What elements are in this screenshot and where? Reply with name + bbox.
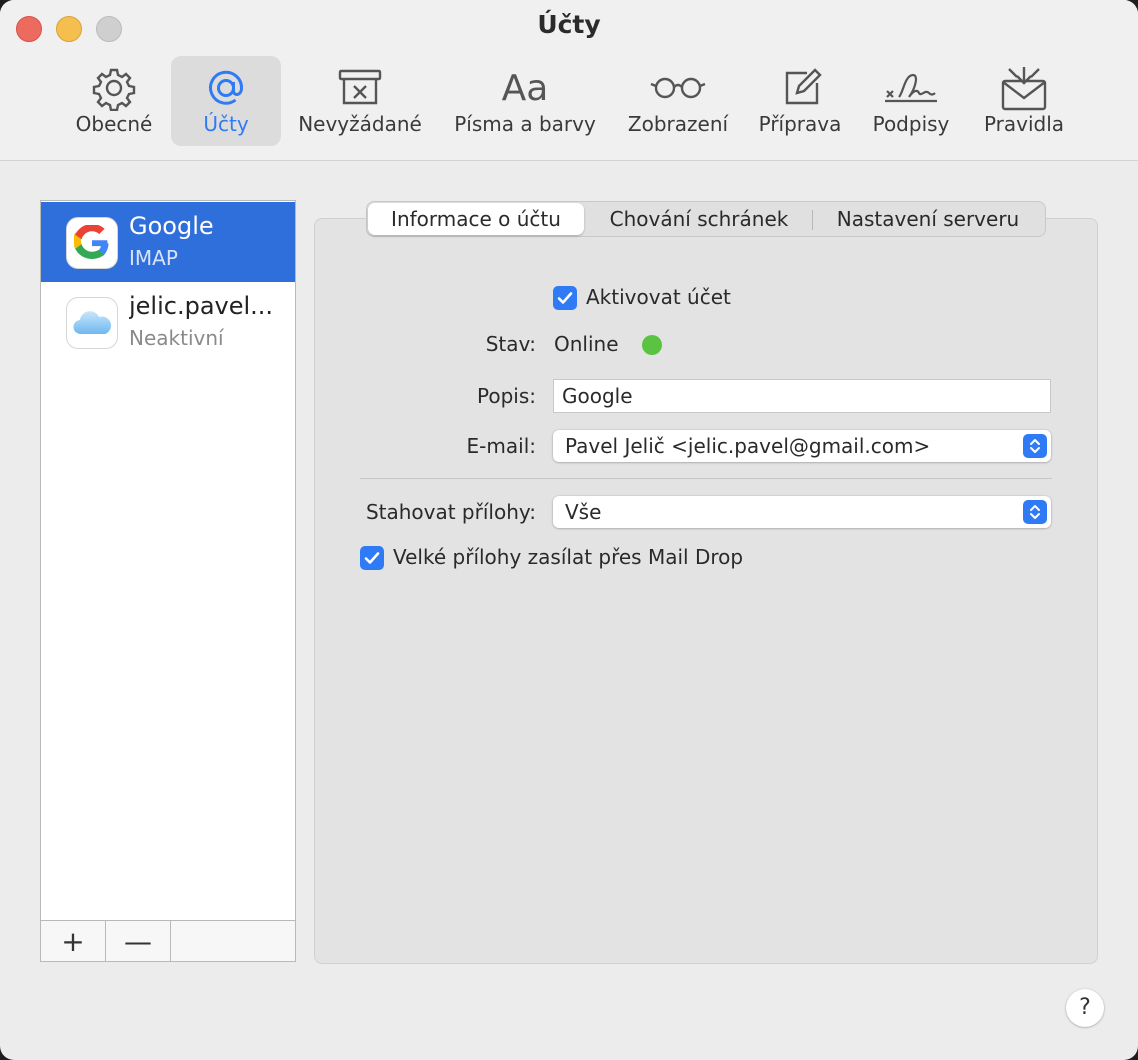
enable-account-checkbox[interactable] — [553, 286, 577, 310]
tab-divider — [812, 210, 813, 230]
gear-icon — [84, 64, 144, 112]
description-input[interactable]: Google — [553, 379, 1051, 413]
toolbar-signatures[interactable]: Podpisy — [864, 56, 958, 146]
tab-mailbox-behaviors[interactable]: Chování schránek — [589, 202, 809, 236]
account-status: Neaktivní — [129, 326, 224, 350]
download-attachments-popup-button[interactable]: Vše — [553, 496, 1051, 528]
download-attachments-label: Stahovat přílohy: — [365, 500, 536, 524]
toolbar-accounts[interactable]: Účty — [171, 56, 281, 146]
checkmark-icon — [557, 292, 573, 304]
enable-account-label: Aktivovat účet — [586, 285, 731, 309]
toolbar-viewing[interactable]: Zobrazení — [622, 56, 734, 146]
settings-tabs: Informace o účtu Chování schránek Nastav… — [366, 201, 1046, 237]
email-label: E-mail: — [466, 434, 536, 458]
accounts-list: Google IMAP jelic.pavel... Neaktivní + — — [40, 200, 296, 962]
help-button[interactable]: ? — [1066, 989, 1104, 1027]
signature-icon — [881, 64, 941, 112]
status-label: Stav: — [485, 332, 536, 356]
remove-account-button[interactable]: — — [106, 921, 171, 961]
account-name: Google — [129, 212, 214, 240]
tab-server-settings[interactable]: Nastavení serveru — [817, 202, 1039, 236]
glasses-icon — [648, 64, 708, 112]
rules-envelope-icon — [994, 64, 1054, 112]
toolbar-rules[interactable]: Pravidla — [976, 56, 1072, 146]
account-list-controls: + — — [41, 920, 295, 961]
account-name: jelic.pavel... — [129, 292, 274, 320]
account-type: IMAP — [129, 246, 178, 270]
toolbar-composing[interactable]: Příprava — [752, 56, 848, 146]
account-row-google[interactable]: Google IMAP — [41, 202, 295, 282]
email-popup-button[interactable]: Pavel Jelič <jelic.pavel@gmail.com> — [553, 430, 1051, 462]
title-bar: Účty Obecné Účty Nevyžádané Aa Písma a b… — [0, 0, 1138, 161]
toolbar-junk[interactable]: Nevyžádané — [292, 56, 428, 146]
mail-drop-label: Velké přílohy zasílat přes Mail Drop — [393, 545, 744, 569]
checkmark-icon — [364, 552, 380, 564]
mail-drop-checkbox[interactable] — [360, 546, 384, 570]
toolbar-general[interactable]: Obecné — [66, 56, 162, 146]
section-divider — [360, 478, 1052, 479]
junk-bin-icon — [330, 64, 390, 112]
account-settings-panel — [314, 218, 1098, 964]
description-label: Popis: — [477, 384, 536, 408]
toolbar-fonts-colors[interactable]: Aa Písma a barvy — [448, 56, 602, 146]
add-account-button[interactable]: + — [41, 921, 106, 961]
preferences-window: Účty Obecné Účty Nevyžádané Aa Písma a b… — [0, 0, 1138, 1060]
download-attachments-value: Vše — [565, 500, 602, 524]
status-value: Online — [554, 332, 619, 356]
status-online-indicator — [642, 335, 662, 355]
google-logo-icon — [67, 218, 117, 268]
email-value: Pavel Jelič <jelic.pavel@gmail.com> — [565, 434, 931, 458]
window-title: Účty — [537, 10, 601, 39]
fonts-icon: Aa — [501, 67, 549, 109]
icloud-icon — [67, 298, 117, 348]
updown-chevron-icon — [1023, 500, 1047, 524]
tab-account-information[interactable]: Informace o účtu — [368, 203, 584, 235]
compose-icon — [770, 64, 830, 112]
at-sign-icon — [196, 64, 256, 112]
account-row-icloud[interactable]: jelic.pavel... Neaktivní — [41, 282, 295, 362]
updown-chevron-icon — [1023, 434, 1047, 458]
